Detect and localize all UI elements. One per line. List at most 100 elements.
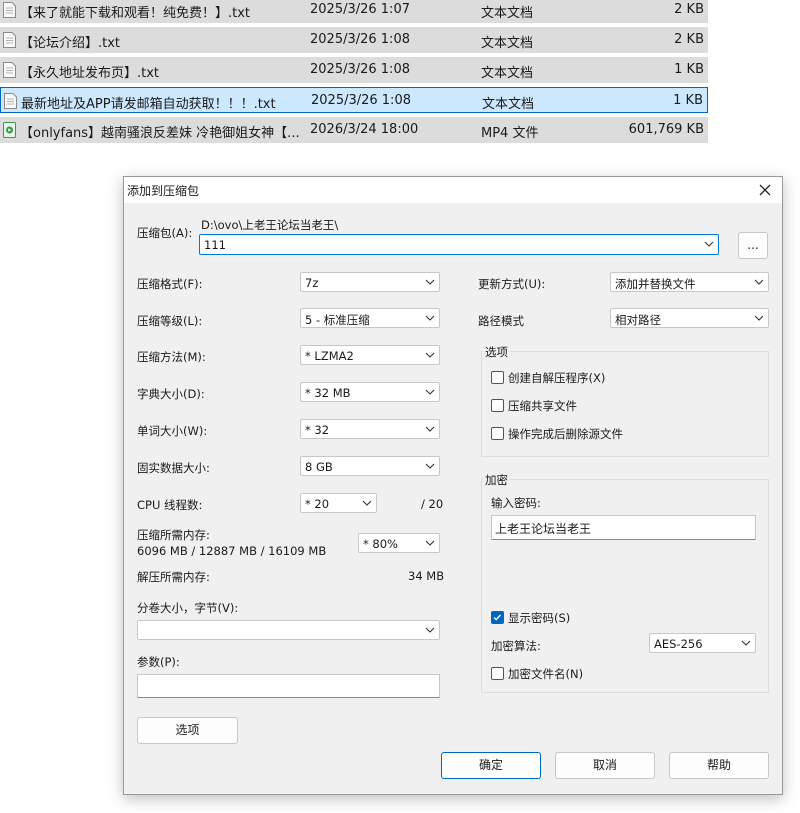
enc-method-label: 加密算法: bbox=[491, 639, 541, 653]
level-select[interactable]: 5 - 标准压缩 bbox=[300, 308, 440, 328]
file-name: 【来了就能下载和观看！纯免费！】.txt bbox=[20, 6, 251, 21]
path-value: 相对路径 bbox=[615, 313, 661, 327]
chevron-down-icon bbox=[425, 463, 435, 469]
solid-label: 固实数据大小: bbox=[137, 461, 210, 475]
chevron-down-icon bbox=[425, 389, 435, 395]
file-date: 2025/3/26 1:07 bbox=[310, 2, 410, 17]
enc-method-select[interactable]: AES-256 bbox=[649, 633, 756, 653]
delete-source-checkbox[interactable] bbox=[491, 427, 504, 440]
file-type: 文本文档 bbox=[482, 97, 535, 112]
mem-detail: 6096 MB / 12887 MB / 16109 MB bbox=[137, 544, 327, 558]
encryption-group bbox=[481, 479, 769, 693]
chevron-down-icon bbox=[704, 241, 714, 247]
dialog-titlebar: 添加到压缩包 bbox=[124, 177, 782, 203]
checkmark-icon bbox=[493, 614, 501, 621]
text-file-icon bbox=[4, 93, 17, 109]
dict-value: * 32 MB bbox=[305, 386, 351, 400]
browse-button[interactable]: ... bbox=[738, 232, 768, 259]
shared-checkbox[interactable] bbox=[491, 399, 504, 412]
enc-method-value: AES-256 bbox=[654, 637, 703, 651]
file-size: 2 KB bbox=[674, 32, 704, 47]
archive-path: D:\ovo\上老王论坛当老王\ bbox=[201, 218, 339, 232]
encrypt-filenames-label[interactable]: 加密文件名(N) bbox=[508, 666, 583, 682]
file-type: MP4 文件 bbox=[481, 126, 539, 141]
chevron-down-icon bbox=[741, 640, 751, 646]
file-name: 【onlyfans】越南骚浪反差妹 冷艳御姐女神【... bbox=[20, 126, 300, 141]
cpu-value: * 20 bbox=[305, 497, 330, 511]
mem-value: * 80% bbox=[363, 537, 398, 551]
word-select[interactable]: * 32 bbox=[300, 419, 440, 439]
help-button[interactable]: 帮助 bbox=[669, 752, 769, 779]
file-row[interactable]: 【永久地址发布页】.txt 2025/3/26 1:08 文本文档 1 KB bbox=[0, 57, 708, 83]
password-value: 上老王论坛当老王 bbox=[495, 522, 592, 536]
dialog-title: 添加到压缩包 bbox=[127, 184, 200, 198]
chevron-down-icon bbox=[754, 279, 764, 285]
file-date: 2025/3/26 1:08 bbox=[310, 32, 410, 47]
format-value: 7z bbox=[305, 276, 319, 290]
chevron-down-icon bbox=[425, 279, 435, 285]
file-size: 601,769 KB bbox=[628, 122, 704, 137]
file-size: 1 KB bbox=[674, 62, 704, 77]
cpu-total: / 20 bbox=[421, 497, 444, 511]
mem-select[interactable]: * 80% bbox=[358, 533, 440, 553]
params-input[interactable] bbox=[137, 674, 440, 698]
shared-label[interactable]: 压缩共享文件 bbox=[508, 398, 577, 414]
archive-name-value: 111 bbox=[204, 238, 226, 252]
chevron-down-icon bbox=[425, 315, 435, 321]
update-value: 添加并替换文件 bbox=[615, 277, 696, 291]
file-name: 【论坛介绍】.txt bbox=[20, 36, 121, 51]
video-file-icon bbox=[3, 122, 16, 138]
file-type: 文本文档 bbox=[481, 66, 534, 81]
archive-label: 压缩包(A): bbox=[137, 226, 193, 240]
solid-select[interactable]: 8 GB bbox=[300, 456, 440, 476]
encryption-group-title: 加密 bbox=[483, 472, 510, 488]
text-file-icon bbox=[3, 2, 16, 18]
path-label: 路径模式 bbox=[478, 314, 524, 328]
cpu-select[interactable]: * 20 bbox=[300, 493, 377, 513]
options-button[interactable]: 选项 bbox=[137, 717, 238, 744]
file-date: 2026/3/24 18:00 bbox=[310, 122, 419, 137]
ok-button[interactable]: 确定 bbox=[441, 752, 541, 779]
show-password-label[interactable]: 显示密码(S) bbox=[508, 610, 570, 626]
file-row[interactable]: 【onlyfans】越南骚浪反差妹 冷艳御姐女神【... 2026/3/24 18… bbox=[0, 117, 708, 143]
split-select[interactable] bbox=[137, 620, 440, 640]
delete-source-label[interactable]: 操作完成后删除源文件 bbox=[508, 426, 623, 442]
dict-select[interactable]: * 32 MB bbox=[300, 382, 440, 402]
chevron-down-icon bbox=[754, 315, 764, 321]
text-file-icon bbox=[3, 62, 16, 78]
format-select[interactable]: 7z bbox=[300, 272, 440, 292]
file-row[interactable]: 最新地址及APP请发邮箱自动获取！！！.txt 2025/3/26 1:08 文本文… bbox=[0, 87, 708, 113]
update-label: 更新方式(U): bbox=[478, 277, 546, 291]
sfx-label[interactable]: 创建自解压程序(X) bbox=[508, 370, 605, 386]
password-input[interactable]: 上老王论坛当老王 bbox=[491, 515, 756, 540]
sfx-checkbox[interactable] bbox=[491, 371, 504, 384]
file-date: 2025/3/26 1:08 bbox=[311, 93, 411, 108]
split-label: 分卷大小，字节(V): bbox=[137, 601, 239, 615]
encrypt-filenames-checkbox[interactable] bbox=[491, 667, 504, 680]
mem-label: 压缩所需内存: bbox=[137, 528, 210, 542]
file-size: 1 KB bbox=[673, 93, 703, 108]
file-row[interactable]: 【来了就能下载和观看！纯免费！】.txt 2025/3/26 1:07 文本文档 2 … bbox=[0, 0, 708, 23]
level-value: 5 - 标准压缩 bbox=[305, 313, 370, 327]
decomp-value: 34 MB bbox=[408, 569, 445, 583]
file-name: 最新地址及APP请发邮箱自动获取！！！.txt bbox=[21, 97, 276, 112]
file-type: 文本文档 bbox=[481, 36, 534, 51]
chevron-down-icon bbox=[425, 426, 435, 432]
show-password-checkbox[interactable] bbox=[491, 611, 504, 624]
cpu-label: CPU 线程数: bbox=[137, 498, 203, 512]
decomp-label: 解压所需内存: bbox=[137, 570, 210, 584]
cancel-button[interactable]: 取消 bbox=[555, 752, 655, 779]
file-type: 文本文档 bbox=[481, 6, 534, 21]
file-row[interactable]: 【论坛介绍】.txt 2025/3/26 1:08 文本文档 2 KB bbox=[0, 27, 708, 53]
path-select[interactable]: 相对路径 bbox=[610, 308, 769, 328]
word-label: 单词大小(W): bbox=[137, 424, 208, 438]
method-select[interactable]: * LZMA2 bbox=[300, 345, 440, 365]
text-file-icon bbox=[3, 32, 16, 48]
params-label: 参数(P): bbox=[137, 655, 180, 669]
dict-label: 字典大小(D): bbox=[137, 387, 205, 401]
update-select[interactable]: 添加并替换文件 bbox=[610, 272, 769, 292]
close-icon[interactable] bbox=[754, 179, 776, 201]
chevron-down-icon bbox=[425, 540, 435, 546]
method-label: 压缩方法(M): bbox=[137, 350, 206, 364]
archive-name-combo[interactable]: 111 bbox=[199, 234, 719, 255]
